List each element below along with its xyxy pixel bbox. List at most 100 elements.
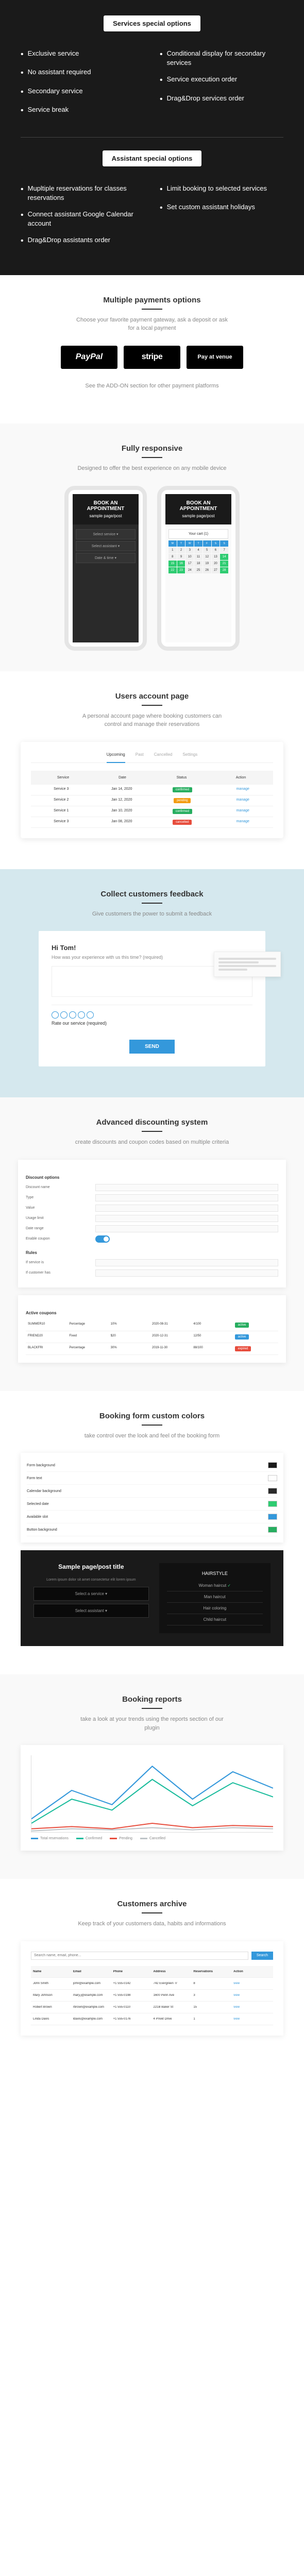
archive-row: Robert Brownrbrown@example.com+1 555-011…	[31, 2002, 273, 2013]
discount-sec2: Rules	[26, 1250, 278, 1255]
option-bullet: No assistant required	[21, 67, 144, 79]
account-tab[interactable]: Past	[136, 752, 144, 757]
admin-field[interactable]	[95, 1215, 278, 1222]
admin-row: Value	[26, 1205, 278, 1212]
option-bullet: Drag&Drop assistants order	[21, 235, 144, 247]
account-tab[interactable]: Settings	[182, 752, 197, 757]
feedback-title: Collect customers feedback	[15, 890, 289, 899]
reports-title: Booking reports	[15, 1695, 289, 1704]
color-config-row[interactable]: Form background	[27, 1459, 277, 1472]
legend-item: Cancelled	[140, 1837, 165, 1840]
phone-field: Select assistant ▾	[76, 541, 136, 551]
color-config-row[interactable]: Selected date	[27, 1498, 277, 1511]
color-config-row[interactable]: Available slot	[27, 1511, 277, 1523]
account-title: Users account page	[15, 692, 289, 701]
phone-title: BOOK AN APPOINTMENT	[77, 500, 134, 512]
payments-note: See the ADD-ON section for other payment…	[75, 382, 229, 391]
coupons-table: Active coupons SUMMER10Percentage10%2020…	[18, 1295, 286, 1363]
admin-row: Enable coupon	[26, 1235, 278, 1243]
search-input[interactable]	[31, 1952, 248, 1960]
option-bullet: Connect assistant Google Calendar accoun…	[21, 210, 144, 228]
color-config-row[interactable]: Button background	[27, 1523, 277, 1536]
admin-row: Type	[26, 1194, 278, 1201]
phone-sub: sample page/post	[89, 514, 122, 518]
archive-row: John Smithjohn@example.com+1 555-0142742…	[31, 1978, 273, 1990]
phone-sub: sample page/post	[182, 514, 214, 518]
pay-venue-badge: Pay at venue	[187, 346, 243, 369]
account-section: Users account page A personal account pa…	[0, 671, 304, 869]
phone-field: Date & time ▾	[76, 553, 136, 563]
rate-label: Rate our service (required)	[52, 1021, 107, 1026]
discount-title: Advanced discounting system	[15, 1118, 289, 1127]
colors-section: Booking form custom colors take control …	[0, 1391, 304, 1675]
send-button[interactable]: SEND	[129, 1040, 175, 1054]
phone-field: Your cart (1)	[168, 529, 228, 539]
stripe-badge: stripe	[124, 346, 180, 369]
responsive-desc: Designed to offer the best experience on…	[75, 464, 229, 473]
reports-section: Booking reports take a look at your tren…	[0, 1674, 304, 1879]
demo-section: HAIRSTYLE	[167, 1571, 263, 1576]
color-config-row[interactable]: Calendar background	[27, 1485, 277, 1498]
admin-field[interactable]	[95, 1194, 278, 1201]
demo-list-item[interactable]: Man haircut	[167, 1591, 263, 1603]
account-desc: A personal account page where booking cu…	[75, 712, 229, 729]
account-tab[interactable]: Cancelled	[154, 752, 173, 757]
feedback-greet: Hi Tom!	[52, 944, 252, 952]
search-button[interactable]: Search	[251, 1952, 273, 1960]
responsive-title: Fully responsive	[15, 444, 289, 453]
payments-title: Multiple payments options	[15, 296, 289, 304]
table-row: Service 3Jan 08, 2020cancelledmanage	[31, 817, 273, 828]
option-bullet: Limit booking to selected services	[160, 184, 283, 195]
toggle[interactable]	[95, 1235, 110, 1243]
account-tab[interactable]: Upcoming	[107, 752, 125, 763]
option-bullet: Exclusive service	[21, 49, 144, 60]
option-bullet: Service break	[21, 105, 144, 116]
color-config-row[interactable]: Form text	[27, 1472, 277, 1485]
admin-row: Date range	[26, 1225, 278, 1232]
colors-desc: take control over the look and feel of t…	[75, 1432, 229, 1440]
rating-circles[interactable]	[52, 1011, 252, 1019]
paypal-badge: PayPal	[61, 346, 117, 369]
demo-list-item[interactable]: Woman haircut	[167, 1580, 263, 1591]
admin-field[interactable]	[95, 1205, 278, 1212]
phone-field: Select service ▾	[76, 529, 136, 539]
phone-mock-dark: BOOK AN APPOINTMENT sample page/post Sele…	[64, 486, 147, 651]
demo-select[interactable]: Select a service ▾	[33, 1587, 149, 1601]
archive-row: Mary Johnsonmary.j@example.com+1 555-019…	[31, 1990, 273, 2002]
demo-title: Sample page/post title	[33, 1563, 149, 1570]
coupon-row: BLACKFRIPercentage30%2019-11-3088/100exp…	[26, 1343, 278, 1355]
archive-panel: Search NameEmailPhoneAddressReservations…	[21, 1941, 283, 2036]
special-options-section: Services special options Exclusive servi…	[0, 0, 304, 275]
account-panel: UpcomingPastCancelledSettings ServiceDat…	[21, 742, 283, 838]
feedback-sidecard	[214, 952, 281, 977]
archive-title: Customers archive	[15, 1900, 289, 1908]
admin-field[interactable]	[95, 1225, 278, 1232]
discount-section: Advanced discounting system create disco…	[0, 1097, 304, 1391]
admin-row: Discount name	[26, 1184, 278, 1191]
payments-section: Multiple payments options Choose your fa…	[0, 275, 304, 424]
colors-title: Booking form custom colors	[15, 1412, 289, 1420]
discount-admin: Discount options Discount name Type Value U…	[18, 1160, 286, 1287]
option-bullet: Secondary service	[21, 87, 144, 98]
option-bullet: Service execution order	[160, 75, 283, 86]
demo-list-item[interactable]: Hair coloring	[167, 1603, 263, 1614]
legend-item: Pending	[110, 1837, 132, 1840]
assistant-options-heading: Assistant special options	[103, 150, 202, 166]
demo-select[interactable]: Select assistant ▾	[33, 1604, 149, 1618]
legend-item: Confirmed	[76, 1837, 102, 1840]
coupon-row: SUMMER10Percentage10%2020-08-314/100acti…	[26, 1319, 278, 1331]
color-config-panel: Form backgroundForm textCalendar backgro…	[21, 1453, 283, 1543]
feedback-section: Collect customers feedback Give customer…	[0, 869, 304, 1098]
admin-field[interactable]	[95, 1184, 278, 1191]
admin-row: Usage limit	[26, 1215, 278, 1222]
dark-form-demo: Sample page/post title Lorem ipsum dolor…	[21, 1550, 283, 1646]
discount-sec1: Discount options	[26, 1175, 278, 1180]
coupon-row: FRIEND20Fixed$202020-12-3112/50active	[26, 1331, 278, 1343]
reports-desc: take a look at your trends using the rep…	[75, 1715, 229, 1732]
reports-chart: Total reservations Confirmed Pending Cancel…	[21, 1745, 283, 1851]
divider	[21, 137, 283, 138]
demo-list-item[interactable]: Child haircut	[167, 1614, 263, 1625]
responsive-section: Fully responsive Designed to offer the b…	[0, 423, 304, 671]
phone-title: BOOK AN APPOINTMENT	[170, 500, 227, 512]
legend-item: Total reservations	[31, 1837, 69, 1840]
